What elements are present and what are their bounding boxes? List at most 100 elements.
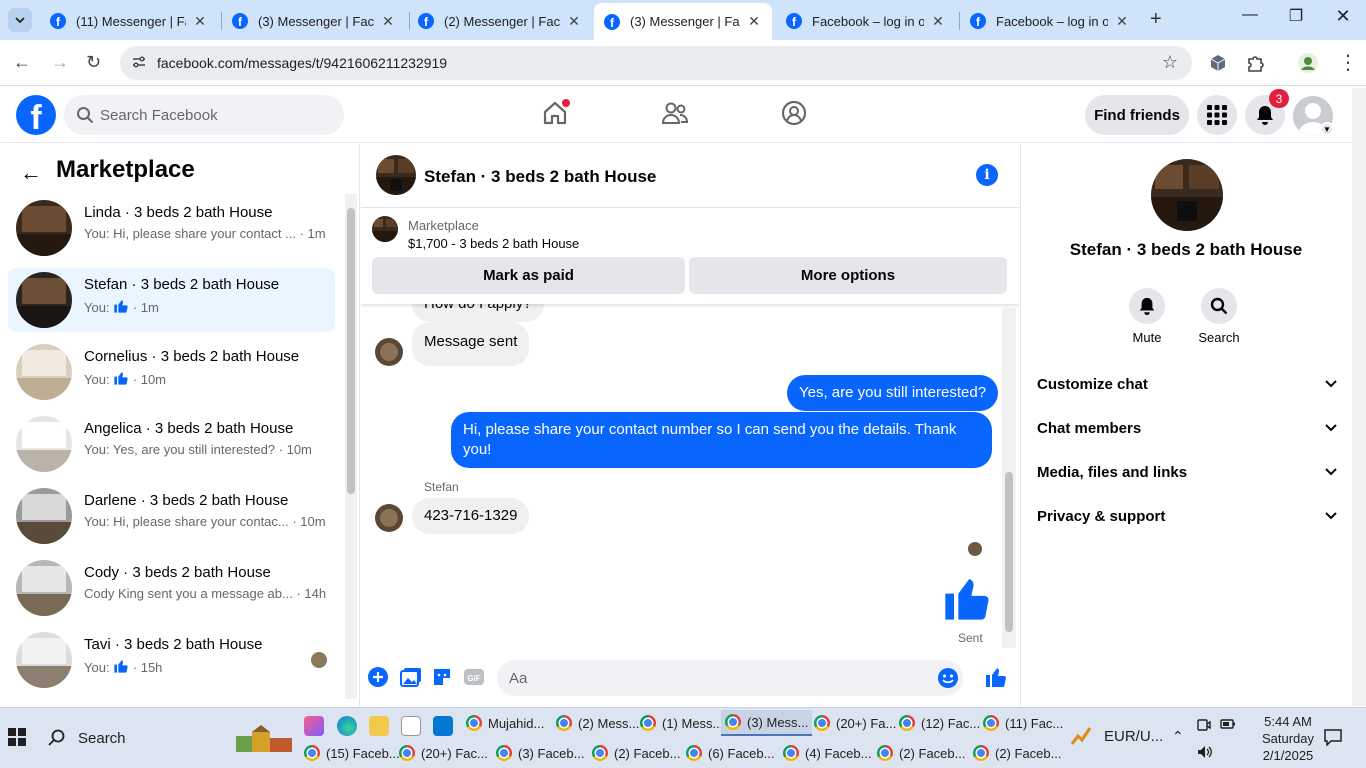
taskbar-search[interactable]: Search xyxy=(36,718,296,758)
chevron-down-icon[interactable]: ▼ xyxy=(1320,122,1334,136)
kebab-menu-icon[interactable]: ⋮ xyxy=(1338,50,1358,75)
friends-icon[interactable] xyxy=(661,99,689,127)
restore-icon[interactable]: ❐ xyxy=(1273,6,1319,26)
currency-widget[interactable]: EUR/U... xyxy=(1070,724,1163,748)
message-bubble-received[interactable]: 423-716-1329 xyxy=(412,498,530,534)
message-bubble-sent[interactable]: Yes, are you still interested? xyxy=(787,375,999,411)
conversation-row[interactable]: Cornelius · 3 beds 2 bath House You: · 10… xyxy=(8,340,335,404)
close-icon[interactable]: ✕ xyxy=(380,13,396,30)
taskbar-window-button[interactable]: (11) Fac... xyxy=(979,710,1067,736)
taskbar-window-button[interactable]: (2) Mess... xyxy=(552,710,643,736)
listing-thumbnail[interactable] xyxy=(372,216,398,242)
taskbar-window-button[interactable]: (2) Faceb... xyxy=(873,740,969,766)
close-window-icon[interactable]: ✕ xyxy=(1320,6,1366,27)
avatar[interactable] xyxy=(1151,159,1223,231)
conversation-row[interactable]: Angelica · 3 beds 2 bath House You: Yes, … xyxy=(8,412,335,476)
volume-icon[interactable] xyxy=(1197,745,1213,759)
outlook-icon[interactable] xyxy=(433,716,453,736)
privacy-support-row[interactable]: Privacy & support xyxy=(1037,494,1337,538)
notification-center-icon[interactable] xyxy=(1323,728,1343,746)
close-icon[interactable]: ✕ xyxy=(1114,13,1130,30)
site-settings-icon[interactable] xyxy=(132,55,146,69)
message-input[interactable] xyxy=(509,667,929,689)
avatar[interactable] xyxy=(375,504,403,532)
taskbar-window-button[interactable]: (3) Faceb... xyxy=(492,740,588,766)
photo-icon[interactable] xyxy=(400,667,422,687)
browser-tab[interactable]: f (2) Messenger | Faceb ✕ xyxy=(408,4,592,38)
browser-tab[interactable]: f Facebook – log in or s ✕ xyxy=(960,4,1140,38)
like-send-icon[interactable] xyxy=(984,665,1008,689)
taskbar-window-button[interactable]: (6) Faceb... xyxy=(682,740,778,766)
taskbar-window-button[interactable]: (2) Faceb... xyxy=(969,740,1065,766)
system-clock[interactable]: 5:44 AM Saturday 2/1/2025 xyxy=(1254,713,1322,764)
message-bubble-received[interactable]: Message sent xyxy=(412,322,530,366)
close-icon[interactable]: ✕ xyxy=(746,13,762,30)
chat-title[interactable]: Stefan · 3 beds 2 bath House xyxy=(424,167,656,187)
file-explorer-icon[interactable] xyxy=(369,716,389,736)
forward-arrow-icon[interactable]: → xyxy=(51,52,69,73)
profile-avatar-icon[interactable] xyxy=(1297,52,1319,74)
conversation-row[interactable]: Cody · 3 beds 2 bath House Cody King sent… xyxy=(8,556,335,620)
extension-cube-icon[interactable] xyxy=(1209,54,1227,72)
address-bar[interactable]: facebook.com/messages/t/9421606211232919… xyxy=(120,46,1192,80)
browser-tab[interactable]: f (3) Messenger | Faceb ✕ xyxy=(222,4,406,38)
bookmark-star-icon[interactable]: ☆ xyxy=(1162,52,1178,73)
menu-grid-button[interactable] xyxy=(1197,95,1237,135)
message-input-box[interactable] xyxy=(497,660,963,696)
search-in-conversation-button[interactable]: Search xyxy=(1189,288,1249,345)
back-arrow-icon[interactable]: ← xyxy=(13,52,31,73)
conversation-row[interactable]: Darlene · 3 beds 2 bath House You: Hi, pl… xyxy=(8,484,335,548)
conversation-row[interactable]: Stefan · 3 beds 2 bath House You: · 1m xyxy=(8,268,335,332)
message-bubble-sent[interactable]: Hi, please share your contact number so … xyxy=(451,412,992,468)
sticker-icon[interactable] xyxy=(432,667,452,687)
scrollbar[interactable] xyxy=(345,194,357,699)
info-icon[interactable]: i xyxy=(976,164,998,186)
taskbar-window-button[interactable]: (2) Faceb... xyxy=(588,740,684,766)
chevron-up-icon[interactable]: ⌃ xyxy=(1172,728,1184,745)
plus-circle-icon[interactable] xyxy=(368,667,388,687)
close-icon[interactable]: ✕ xyxy=(566,13,582,30)
thumbs-up-icon[interactable] xyxy=(941,572,993,624)
taskbar-window-button[interactable]: (1) Mess... xyxy=(636,710,727,736)
avatar[interactable] xyxy=(376,155,416,195)
back-arrow-icon[interactable]: ← xyxy=(20,160,42,186)
chat-members-row[interactable]: Chat members xyxy=(1037,406,1337,450)
search-input[interactable] xyxy=(100,103,330,127)
browser-tab-active[interactable]: f (3) Messenger | Faceb ✕ xyxy=(594,3,772,40)
facebook-search[interactable] xyxy=(64,95,344,135)
browser-tab[interactable]: f Facebook – log in or s ✕ xyxy=(776,4,956,38)
mute-button[interactable]: Mute xyxy=(1117,288,1177,345)
listing-price-title[interactable]: $1,700 - 3 beds 2 bath House xyxy=(408,236,579,251)
conversation-row[interactable]: Linda · 3 beds 2 bath House You: Hi, plea… xyxy=(8,196,335,260)
taskbar-window-button[interactable]: (12) Fac... xyxy=(895,710,984,736)
new-tab-plus-icon[interactable]: + xyxy=(1150,8,1162,31)
taskbar-window-button[interactable]: (20+) Fac... xyxy=(395,740,492,766)
meet-now-icon[interactable] xyxy=(1197,718,1211,732)
microsoft-store-icon[interactable] xyxy=(401,716,421,736)
page-scrollbar[interactable] xyxy=(1352,88,1366,706)
extensions-puzzle-icon[interactable] xyxy=(1245,53,1265,73)
tab-search-button[interactable] xyxy=(8,8,32,32)
close-icon[interactable]: ✕ xyxy=(192,13,208,30)
edge-browser-icon[interactable] xyxy=(337,716,357,736)
scrollbar[interactable] xyxy=(1002,308,1016,648)
emoji-icon[interactable] xyxy=(937,667,959,689)
more-options-button[interactable]: More options xyxy=(689,257,1007,294)
groups-icon[interactable] xyxy=(780,99,808,127)
mark-as-paid-button[interactable]: Mark as paid xyxy=(372,257,685,294)
taskbar-window-button[interactable]: (3) Mess... xyxy=(721,710,813,736)
browser-tab[interactable]: f (11) Messenger | Face ✕ xyxy=(40,4,218,38)
find-friends-button[interactable]: Find friends xyxy=(1085,95,1189,135)
minimize-icon[interactable]: — xyxy=(1227,6,1273,24)
avatar[interactable] xyxy=(375,338,403,366)
gif-icon[interactable]: GIF xyxy=(463,667,485,687)
copilot-icon[interactable] xyxy=(304,716,324,736)
windows-start-icon[interactable] xyxy=(8,728,26,746)
close-icon[interactable]: ✕ xyxy=(930,13,946,30)
media-files-links-row[interactable]: Media, files and links xyxy=(1037,450,1337,494)
conversation-row[interactable]: Tavi · 3 beds 2 bath House You: · 15h xyxy=(8,628,335,692)
taskbar-window-button[interactable]: Mujahid... xyxy=(462,710,548,736)
taskbar-window-button[interactable]: (20+) Fa... xyxy=(810,710,900,736)
customize-chat-row[interactable]: Customize chat xyxy=(1037,362,1337,406)
taskbar-window-button[interactable]: (4) Faceb... xyxy=(779,740,875,766)
